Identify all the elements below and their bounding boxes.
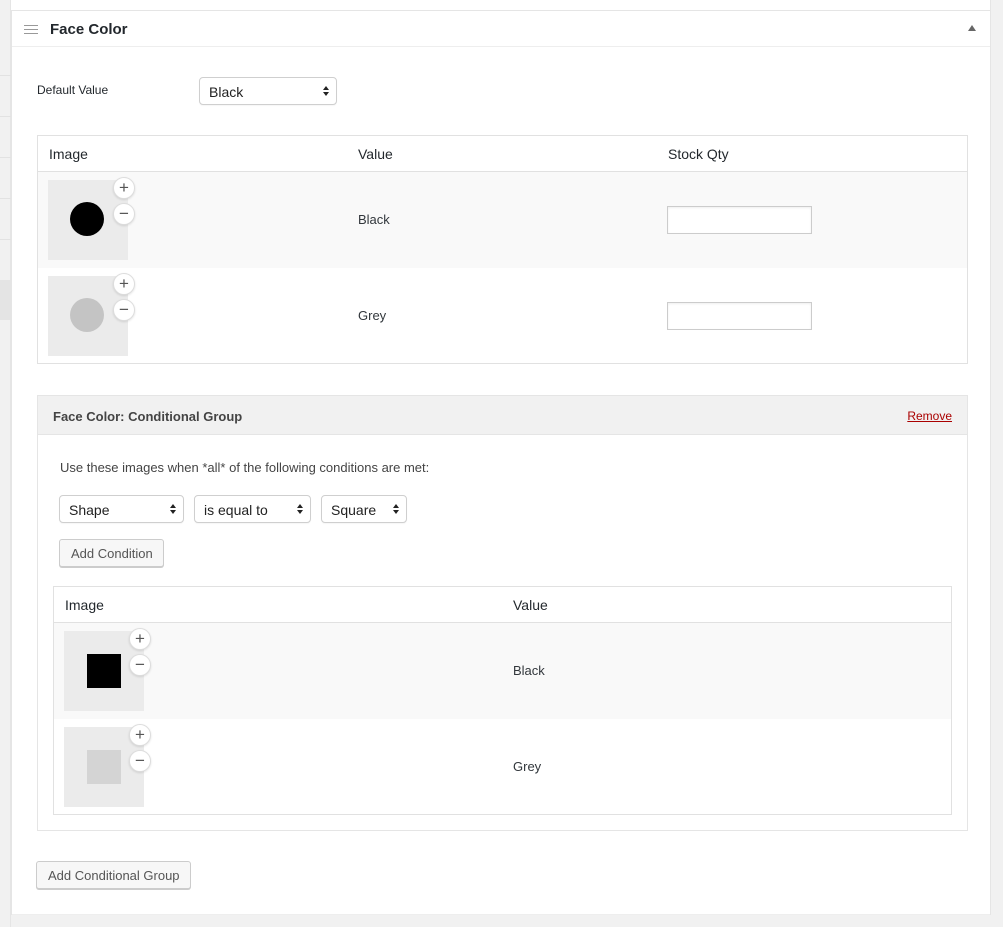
table-row: + − Grey	[38, 268, 967, 364]
select-arrows-icon	[323, 86, 330, 97]
header-image: Image	[65, 597, 104, 613]
collapse-toggle-icon[interactable]	[968, 25, 976, 31]
header-image: Image	[49, 146, 88, 162]
add-image-icon[interactable]: +	[113, 177, 135, 199]
table-row: + − Grey	[54, 719, 951, 815]
add-condition-button[interactable]: Add Condition	[59, 539, 164, 567]
group-table-header: Image Value	[54, 587, 951, 623]
group-images-table: Image Value + − Black + − Grey	[53, 586, 952, 815]
options-table-header: Image Value Stock Qty	[38, 136, 967, 172]
remove-image-icon[interactable]: −	[129, 654, 151, 676]
conditional-group: Face Color: Conditional Group Remove Use…	[37, 395, 968, 831]
default-value-selected: Black	[209, 84, 244, 100]
conditional-group-header: Face Color: Conditional Group Remove	[38, 396, 967, 435]
condition-field-select[interactable]: Shape	[59, 495, 184, 523]
face-color-panel: Face Color Default Value Black Image Val…	[11, 10, 991, 915]
divider	[12, 914, 990, 915]
panel-header[interactable]: Face Color	[12, 11, 990, 47]
add-conditional-group-button[interactable]: Add Conditional Group	[36, 861, 191, 889]
top-strip	[11, 0, 991, 10]
table-row: + − Black	[38, 172, 967, 268]
option-value: Black	[513, 663, 545, 678]
condition-operator-value: is equal to	[204, 502, 268, 518]
remove-image-icon[interactable]: −	[113, 203, 135, 225]
header-value: Value	[513, 597, 548, 613]
select-arrows-icon	[393, 504, 400, 515]
black-square-swatch	[87, 654, 121, 688]
option-value: Grey	[513, 759, 542, 774]
header-value: Value	[358, 146, 393, 162]
conditions-instruction: Use these images when *all* of the follo…	[60, 460, 430, 475]
grey-circle-swatch	[70, 298, 104, 332]
header-stock-qty: Stock Qty	[668, 146, 729, 162]
grey-square-swatch	[87, 750, 121, 784]
remove-image-icon[interactable]: −	[113, 299, 135, 321]
options-table: Image Value Stock Qty + − Black + − Grey	[37, 135, 968, 364]
default-value-label: Default Value	[37, 83, 109, 97]
black-circle-swatch	[70, 202, 104, 236]
condition-operator-select[interactable]: is equal to	[194, 495, 311, 523]
table-row: + − Black	[54, 623, 951, 719]
select-arrows-icon	[170, 504, 177, 515]
add-image-icon[interactable]: +	[129, 724, 151, 746]
add-image-icon[interactable]: +	[113, 273, 135, 295]
remove-image-icon[interactable]: −	[129, 750, 151, 772]
left-gutter	[0, 0, 11, 927]
remove-group-link[interactable]: Remove	[907, 409, 952, 423]
stock-qty-input[interactable]	[667, 302, 812, 330]
select-arrows-icon	[297, 504, 304, 515]
condition-value-select[interactable]: Square	[321, 495, 407, 523]
default-value-select[interactable]: Black	[199, 77, 337, 105]
stock-qty-input[interactable]	[667, 206, 812, 234]
option-value: Black	[358, 212, 390, 227]
add-image-icon[interactable]: +	[129, 628, 151, 650]
conditional-group-title: Face Color: Conditional Group	[53, 409, 243, 424]
condition-field-value: Shape	[69, 502, 110, 518]
panel-title: Face Color	[50, 21, 128, 38]
drag-handle-icon[interactable]	[24, 25, 38, 34]
option-value: Grey	[358, 308, 387, 323]
condition-value-value: Square	[331, 502, 377, 518]
